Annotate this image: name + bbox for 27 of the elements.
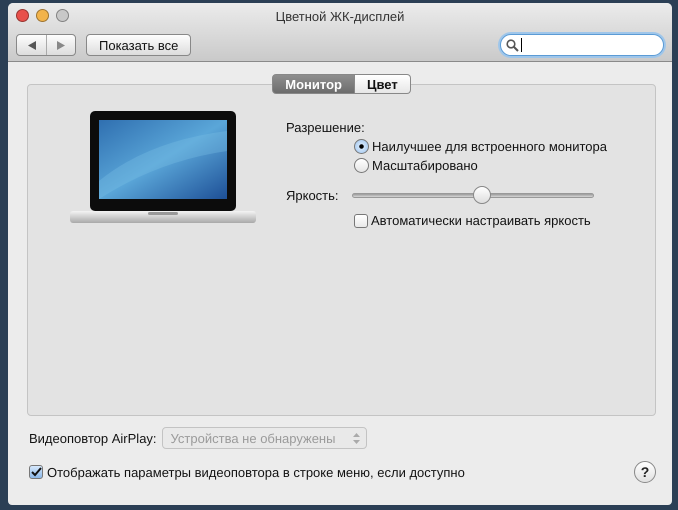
radio-button[interactable] <box>354 139 369 154</box>
left-triangle-icon <box>28 40 36 50</box>
help-button[interactable]: ? <box>634 461 656 483</box>
radio-label: Масштабировано <box>372 158 478 173</box>
right-triangle-icon <box>57 40 65 50</box>
checkbox-label: Отображать параметры видеоповтора в строке меню, если доступно <box>47 464 465 480</box>
airplay-label: Видеоповтор AirPlay: <box>29 430 157 446</box>
minimize-button[interactable] <box>36 9 49 22</box>
search-icon <box>506 38 519 52</box>
stepper-arrows-icon <box>352 432 360 444</box>
radio-label: Наилучшее для встроенного монитора <box>372 139 607 154</box>
radio-button[interactable] <box>354 158 369 173</box>
window-title: Цветной ЖК-дисплей <box>276 8 404 24</box>
checkbox[interactable] <box>29 465 43 479</box>
checkbox[interactable] <box>354 214 368 228</box>
resolution-label: Разрешение: <box>286 120 366 135</box>
tab[interactable]: Цвет <box>354 74 411 94</box>
tab[interactable]: Монитор <box>272 74 355 94</box>
checkbox-label: Автоматически настраивать яркость <box>371 213 591 228</box>
zoom-button[interactable] <box>56 9 69 22</box>
brightness-slider[interactable] <box>352 186 594 204</box>
text-cursor <box>521 38 522 52</box>
search-field[interactable] <box>500 34 664 56</box>
show-all-button[interactable]: Показать все <box>86 34 192 56</box>
brightness-label: Яркость: <box>286 188 339 202</box>
slider-thumb[interactable] <box>473 186 492 204</box>
close-button[interactable] <box>16 9 29 22</box>
